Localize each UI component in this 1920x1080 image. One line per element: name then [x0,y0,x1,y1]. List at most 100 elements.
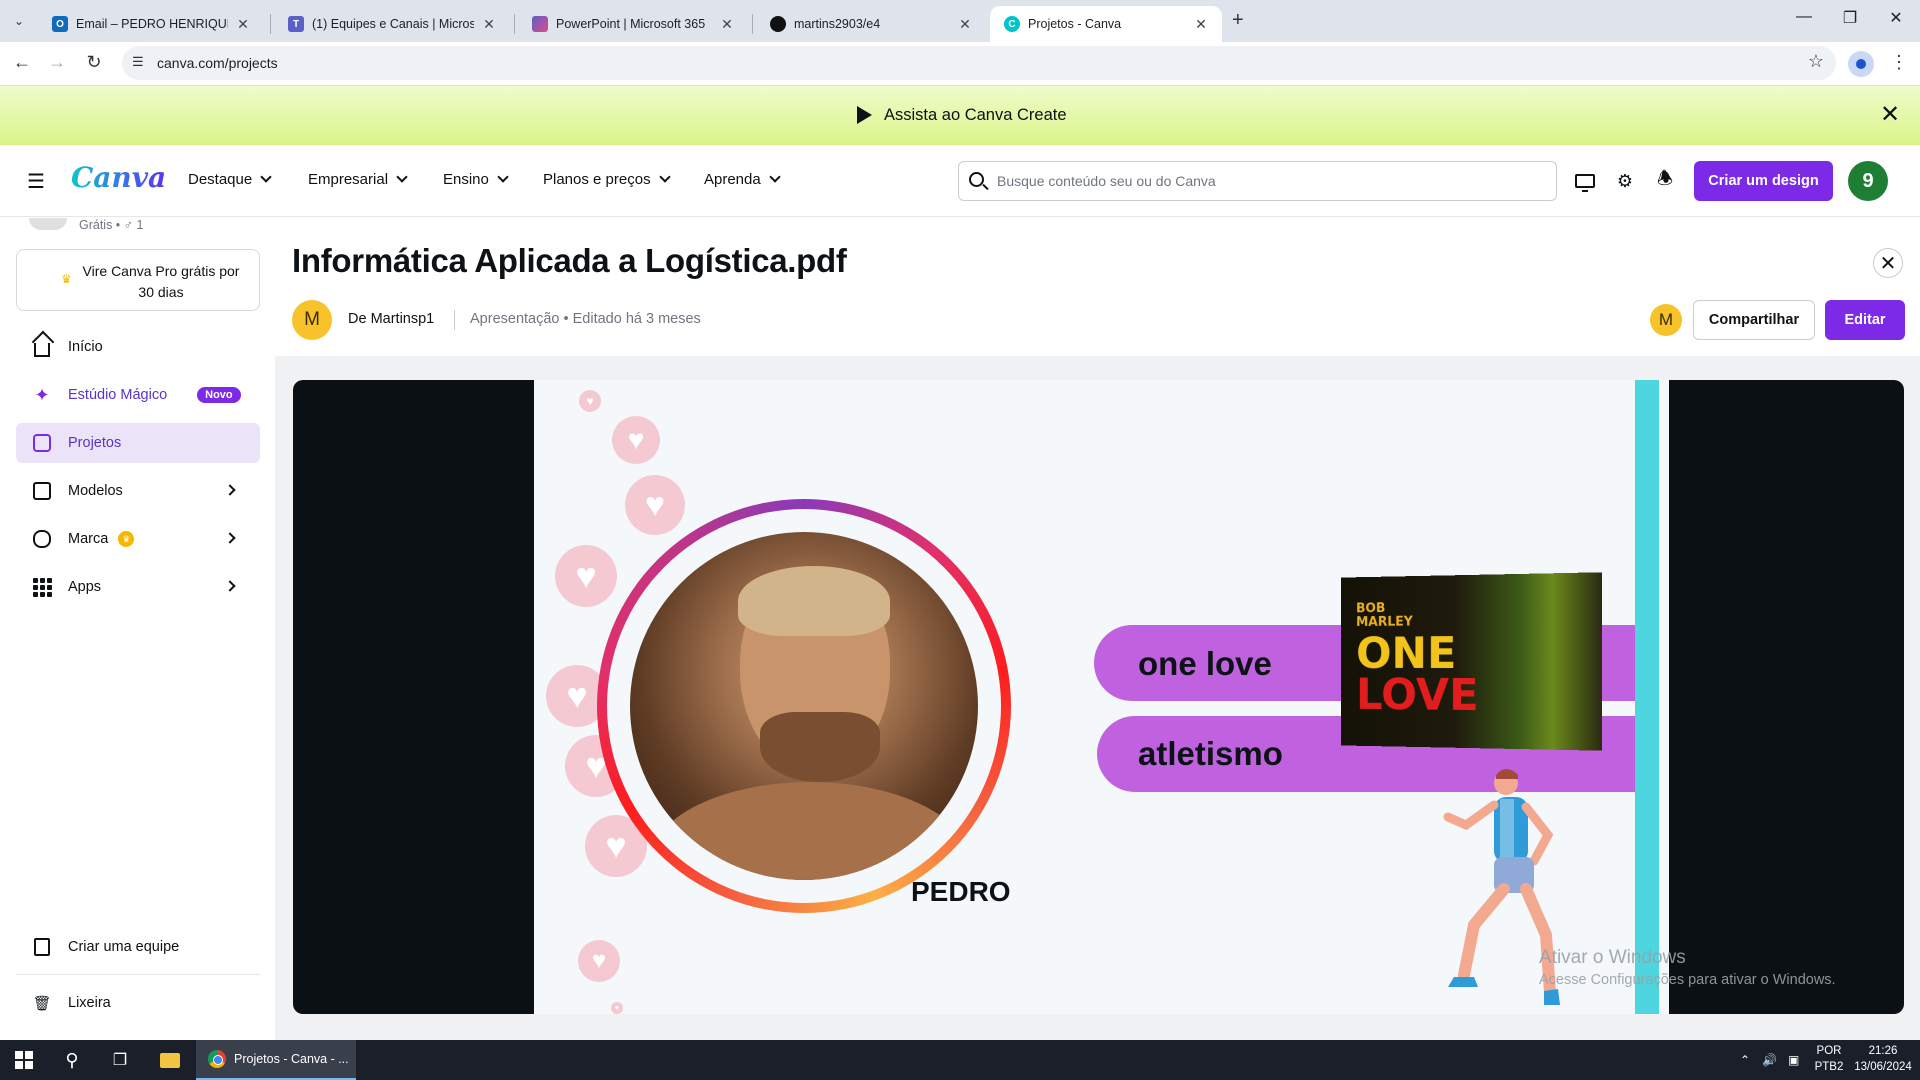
search-input[interactable] [997,170,1537,192]
canva-pro-trial-card[interactable]: ♛ Vire Canva Pro grátis por 30 dias [16,249,260,311]
tray-chevron-up-icon[interactable]: ⌃ [1740,1040,1750,1080]
profile-gradient-ring [597,499,1011,913]
desktop-app-icon[interactable] [1573,169,1597,193]
github-icon [770,16,786,32]
volume-icon[interactable]: 🔊 [1762,1040,1777,1080]
share-button[interactable]: Compartilhar [1693,300,1815,340]
close-tab-icon[interactable]: ✕ [956,16,974,33]
sidebar-item-criar-equipe[interactable]: Criar uma equipe [16,927,260,967]
restore-button[interactable]: ❐ [1830,8,1870,28]
close-tab-icon[interactable]: ✕ [480,16,498,33]
sidebar-item-apps[interactable]: Apps [16,567,260,607]
design-preview[interactable]: ♥ ♥ ♥ ♥ ♥ ♥ ♥ ♥ ♥ PEDRO one love atletis… [293,380,1904,1014]
sidebar-item-inicio[interactable]: Início [16,327,260,367]
sidebar: Grátis • ♂ 1 ♛ Vire Canva Pro grátis por… [0,218,275,1040]
owner-avatar: M [292,300,332,340]
close-tab-icon[interactable]: ✕ [234,16,252,33]
network-icon[interactable]: ▣ [1788,1040,1799,1080]
create-design-button[interactable]: Criar um design [1694,161,1833,201]
browser-menu-icon[interactable]: ⋮ [1890,52,1908,73]
canva-icon: C [1004,16,1020,32]
url-text: canva.com/projects [157,55,278,71]
close-window-button[interactable]: ✕ [1876,8,1916,28]
new-tab-button[interactable]: + [1232,9,1244,32]
tab-teams[interactable]: T (1) Equipes e Canais | Microsoft Teams… [274,6,510,42]
forward-icon[interactable]: → [45,52,69,73]
profile-photo [630,532,978,880]
settings-gear-icon[interactable]: ⚙ [1613,169,1637,193]
chevron-down-icon [769,171,781,183]
windows-activation-title: Ativar o Windows [1539,947,1686,968]
tab-outlook[interactable]: O Email – PEDRO HENRIQUE APARECIDO ✕ [38,6,264,42]
collaborator-avatar: M [1650,304,1682,336]
tab-powerpoint[interactable]: PowerPoint | Microsoft 365 ✕ [518,6,748,42]
clock[interactable]: 21:26 13/06/2024 [1848,1043,1918,1075]
site-settings-icon[interactable]: ☰ [132,54,144,70]
home-icon [31,336,53,358]
notifications-bell-icon[interactable]: 🕭 [1653,168,1677,193]
nav-destaque[interactable]: Destaque [188,171,272,188]
chevron-right-icon [224,532,236,544]
bookmark-star-icon[interactable]: ☆ [1808,51,1824,72]
promo-text[interactable]: Assista ao Canva Create [884,106,1067,125]
templates-icon [31,480,53,502]
pill-text-one-love: one love [1138,645,1272,682]
search-box[interactable] [958,161,1557,201]
heart-icon: ♥ [625,475,685,535]
slide-name-text: PEDRO [911,876,1011,907]
folder-icon [31,432,53,454]
nav-planos[interactable]: Planos e preços [543,171,671,188]
chevron-down-icon [658,171,671,183]
sidebar-item-projetos[interactable]: Projetos [16,423,260,463]
crown-icon: ♛ [118,531,135,547]
chevron-down-icon [260,171,272,183]
heart-icon: ♥ [555,545,617,607]
reload-icon[interactable]: ↻ [82,52,106,73]
team-plan-meta: Grátis • ♂ 1 [79,218,144,232]
search-icon [969,172,984,187]
sidebar-item-lixeira[interactable]: 🗑 Lixeira [16,983,260,1023]
menu-icon[interactable]: ☰ [27,169,45,194]
close-tab-icon[interactable]: ✕ [718,16,736,33]
profile-icon[interactable] [1848,51,1874,77]
taskbar-chrome-app[interactable]: Projetos - Canva - ... [196,1040,356,1080]
browser-toolbar: ← → ↻ ☰ canva.com/projects ☆ ⋮ [0,42,1920,86]
chevron-down-icon [497,171,509,183]
runner-illustration [1443,769,1560,1005]
promo-banner[interactable]: Assista ao Canva Create ✕ [0,86,1920,145]
task-view-icon[interactable]: ❐ [96,1040,144,1080]
address-bar[interactable]: ☰ canva.com/projects ☆ [122,46,1836,80]
back-icon[interactable]: ← [10,52,34,73]
windows-start-icon[interactable] [0,1040,48,1080]
tab-search-icon[interactable]: ⌄ [6,8,32,34]
minimize-button[interactable]: — [1784,8,1824,26]
trash-icon: 🗑 [32,995,52,1012]
edit-button[interactable]: Editar [1825,300,1905,340]
brand-icon [31,528,53,550]
close-tab-icon[interactable]: ✕ [1192,16,1210,33]
team-avatar[interactable] [29,218,67,230]
language-indicator[interactable]: POR PTB2 [1812,1043,1846,1075]
windows-taskbar: ⚲ ❐ Projetos - Canva - ... ⌃ 🔊 ▣ POR PTB… [0,1040,1920,1080]
heart-icon: ♥ [612,416,660,464]
user-avatar[interactable]: 9 [1848,161,1888,201]
design-meta: Apresentação • Editado há 3 meses [470,311,701,327]
nav-ensino[interactable]: Ensino [443,171,509,188]
canva-logo[interactable]: Canva [71,161,166,194]
tab-github[interactable]: martins2903/e4 ✕ [756,6,986,42]
close-icon[interactable]: ✕ [1873,248,1903,278]
sidebar-item-marca[interactable]: Marca ♛ [16,519,260,559]
sidebar-item-estudio-magico[interactable]: ✦ Estúdio Mágico Novo [16,375,260,415]
sidebar-item-modelos[interactable]: Modelos [16,471,260,511]
nav-aprenda[interactable]: Aprenda [704,171,781,188]
tab-canva-active[interactable]: C Projetos - Canva ✕ [990,6,1222,42]
meta-divider [454,310,455,330]
close-banner-icon[interactable]: ✕ [1880,100,1900,129]
sidebar-divider [16,974,260,975]
nav-empresarial[interactable]: Empresarial [308,171,408,188]
pill-text-atletismo: atletismo [1138,735,1283,772]
file-explorer-icon[interactable] [146,1040,194,1080]
search-icon[interactable]: ⚲ [48,1040,96,1080]
play-icon [857,106,872,124]
one-love-poster-image: BOB MARLEY ONE LOVE [1341,572,1602,751]
